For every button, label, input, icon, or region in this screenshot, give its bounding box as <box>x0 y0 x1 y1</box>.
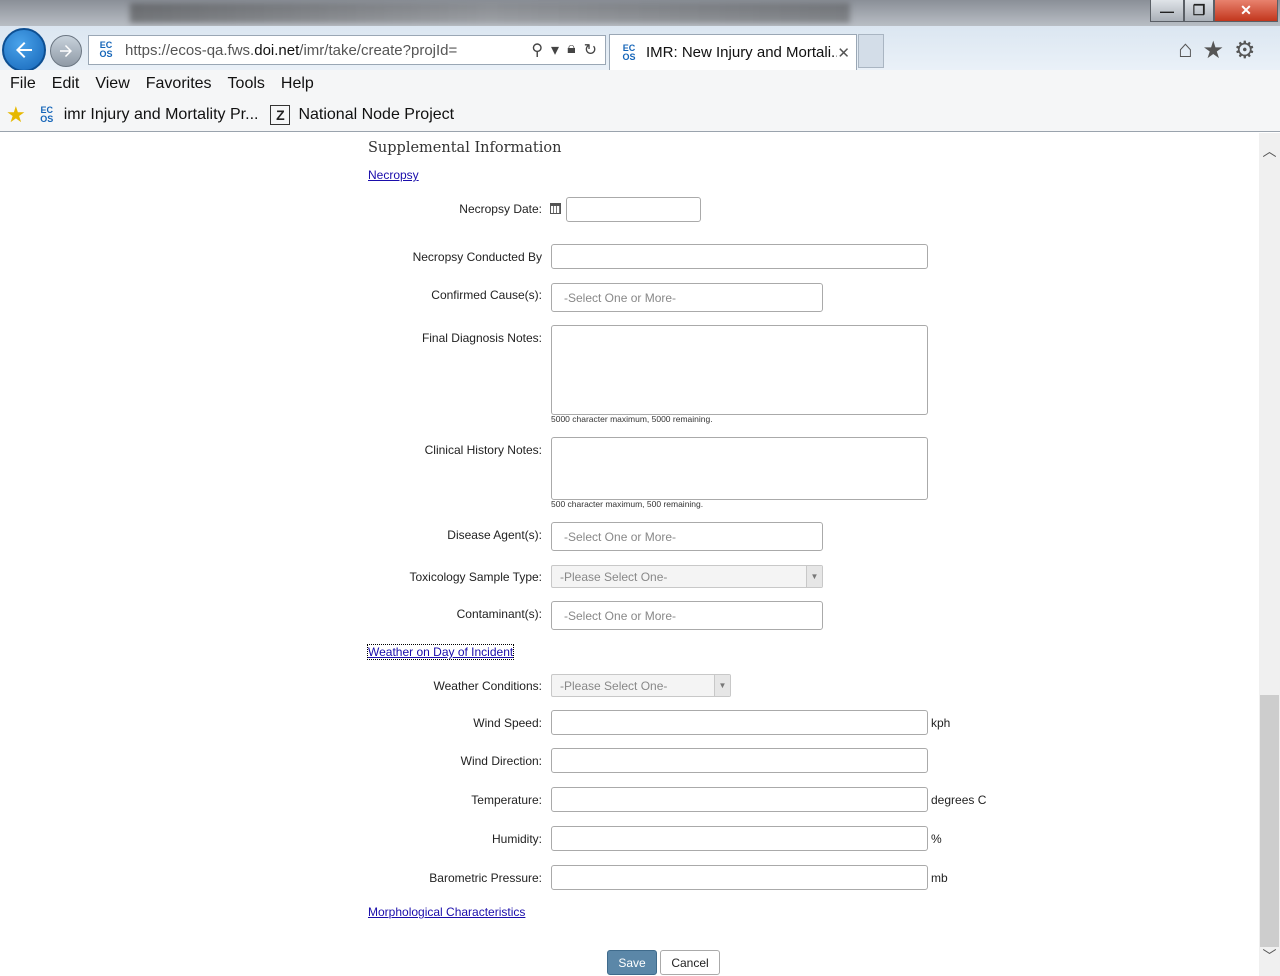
favorite-imr[interactable]: imr Injury and Mortality Pr... <box>64 106 259 124</box>
final-diagnosis-help: 5000 character maximum, 5000 remaining. <box>551 414 713 424</box>
humidity-input[interactable] <box>551 826 928 851</box>
temperature-input[interactable] <box>551 787 928 812</box>
wind-direction-label: Wind Direction: <box>460 754 542 768</box>
calendar-icon[interactable] <box>550 203 561 214</box>
disease-agents-multiselect[interactable]: -Select One or More- <box>551 522 823 551</box>
minimize-button[interactable]: — <box>1150 0 1184 22</box>
confirmed-causes-placeholder: -Select One or More- <box>564 290 677 305</box>
barometric-label: Barometric Pressure: <box>429 871 542 885</box>
forward-button[interactable] <box>50 35 82 67</box>
temperature-label: Temperature: <box>471 793 542 807</box>
navigation-bar: EC OS https://ecos-qa.fws.doi.net/imr/ta… <box>0 26 1280 72</box>
address-url[interactable]: https://ecos-qa.fws.doi.net/imr/take/cre… <box>125 42 531 59</box>
favorite-national-node[interactable]: National Node Project <box>298 106 454 124</box>
confirmed-causes-label: Confirmed Cause(s): <box>431 288 542 302</box>
final-diagnosis-textarea[interactable] <box>551 325 928 415</box>
barometric-unit: mb <box>931 871 948 885</box>
home-icon[interactable]: ⌂ <box>1178 36 1193 65</box>
ecos-favicon: EC OS <box>40 104 54 124</box>
humidity-unit: % <box>931 832 942 846</box>
chevron-down-icon[interactable]: ▼ <box>806 566 822 587</box>
final-diagnosis-label: Final Diagnosis Notes: <box>421 331 542 345</box>
toxicology-sample-label: Toxicology Sample Type: <box>409 570 542 584</box>
weather-conditions-label: Weather Conditions: <box>433 679 542 693</box>
necropsy-date-label: Necropsy Date: <box>459 202 542 216</box>
site-favicon: EC OS <box>99 40 113 59</box>
menu-favorites[interactable]: Favorites <box>146 75 212 93</box>
settings-gear-icon[interactable]: ⚙ <box>1234 36 1256 65</box>
disease-agents-placeholder: -Select One or More- <box>564 529 677 544</box>
add-favorite-star-icon[interactable]: ★ <box>6 102 26 128</box>
wind-speed-input[interactable] <box>551 710 928 735</box>
window-title-blurred <box>130 3 850 23</box>
confirmed-causes-multiselect[interactable]: -Select One or More- <box>551 283 823 312</box>
tab-close-icon[interactable]: ✕ <box>837 44 850 62</box>
scroll-down-icon[interactable]: ﹀ <box>1259 944 1280 968</box>
search-icon[interactable]: ⚲ <box>531 40 543 60</box>
contaminants-multiselect[interactable]: -Select One or More- <box>551 601 823 630</box>
humidity-label: Humidity: <box>491 832 542 846</box>
menu-edit[interactable]: Edit <box>52 75 80 93</box>
refresh-icon[interactable]: ↻ <box>584 40 597 60</box>
new-tab-button[interactable] <box>858 34 884 68</box>
necropsy-date-input[interactable] <box>566 197 701 222</box>
tab-title: IMR: New Injury and Mortali... <box>646 44 838 61</box>
vertical-scrollbar[interactable]: ︿ ﹀ <box>1259 133 1280 976</box>
toxicology-sample-value: -Please Select One- <box>560 569 668 584</box>
conducted-by-label: Necropsy Conducted By <box>412 250 542 264</box>
favorites-star-icon[interactable]: ★ <box>1203 36 1225 65</box>
contaminants-placeholder: -Select One or More- <box>564 608 677 623</box>
morphological-link[interactable]: Morphological Characteristics <box>368 905 525 919</box>
forward-arrow-icon <box>60 45 72 57</box>
back-button[interactable] <box>2 28 46 72</box>
save-button[interactable]: Save <box>607 950 657 975</box>
menu-bar: File Edit View Favorites Tools Help <box>0 70 1280 98</box>
menu-file[interactable]: File <box>10 75 36 93</box>
weather-link[interactable]: Weather on Day of Incident <box>366 644 515 660</box>
favorites-bar: ★ EC OS imr Injury and Mortality Pr... Z… <box>0 98 1280 132</box>
necropsy-link[interactable]: Necropsy <box>368 168 419 182</box>
scroll-thumb[interactable] <box>1260 695 1279 947</box>
weather-conditions-value: -Please Select One- <box>560 678 668 693</box>
wind-direction-input[interactable] <box>551 748 928 773</box>
contaminants-label: Contaminant(s): <box>456 607 542 621</box>
scroll-up-icon[interactable]: ︿ <box>1259 139 1280 163</box>
close-window-button[interactable]: ✕ <box>1214 0 1278 22</box>
back-arrow-icon <box>16 42 32 58</box>
weather-conditions-select[interactable]: -Please Select One- ▼ <box>551 674 731 697</box>
address-bar[interactable]: EC OS https://ecos-qa.fws.doi.net/imr/ta… <box>88 35 606 65</box>
clinical-history-help: 500 character maximum, 500 remaining. <box>551 499 704 509</box>
wind-speed-label: Wind Speed: <box>473 716 542 730</box>
cancel-button[interactable]: Cancel <box>660 950 720 975</box>
tab-favicon: EC OS <box>622 42 636 62</box>
conducted-by-input[interactable] <box>551 244 928 269</box>
menu-view[interactable]: View <box>95 75 129 93</box>
active-tab[interactable]: EC OS IMR: New Injury and Mortali... ✕ <box>609 34 857 70</box>
lock-icon[interactable]: 🔒︎ <box>567 40 576 60</box>
z-favicon: Z <box>270 104 291 125</box>
dropdown-icon[interactable]: ▾ <box>551 40 559 60</box>
menu-help[interactable]: Help <box>281 75 314 93</box>
disease-agents-label: Disease Agent(s): <box>447 528 542 542</box>
menu-tools[interactable]: Tools <box>228 75 265 93</box>
temperature-unit: degrees C <box>931 793 987 807</box>
window-titlebar: — ❐ ✕ <box>0 0 1280 26</box>
toxicology-sample-select[interactable]: -Please Select One- ▼ <box>551 565 823 588</box>
wind-speed-unit: kph <box>931 716 951 730</box>
chevron-down-icon[interactable]: ▼ <box>714 675 730 696</box>
section-title: Supplemental Information <box>368 140 562 156</box>
clinical-history-label: Clinical History Notes: <box>424 443 542 457</box>
barometric-input[interactable] <box>551 865 928 890</box>
clinical-history-textarea[interactable] <box>551 437 928 500</box>
restore-button[interactable]: ❐ <box>1184 0 1214 22</box>
